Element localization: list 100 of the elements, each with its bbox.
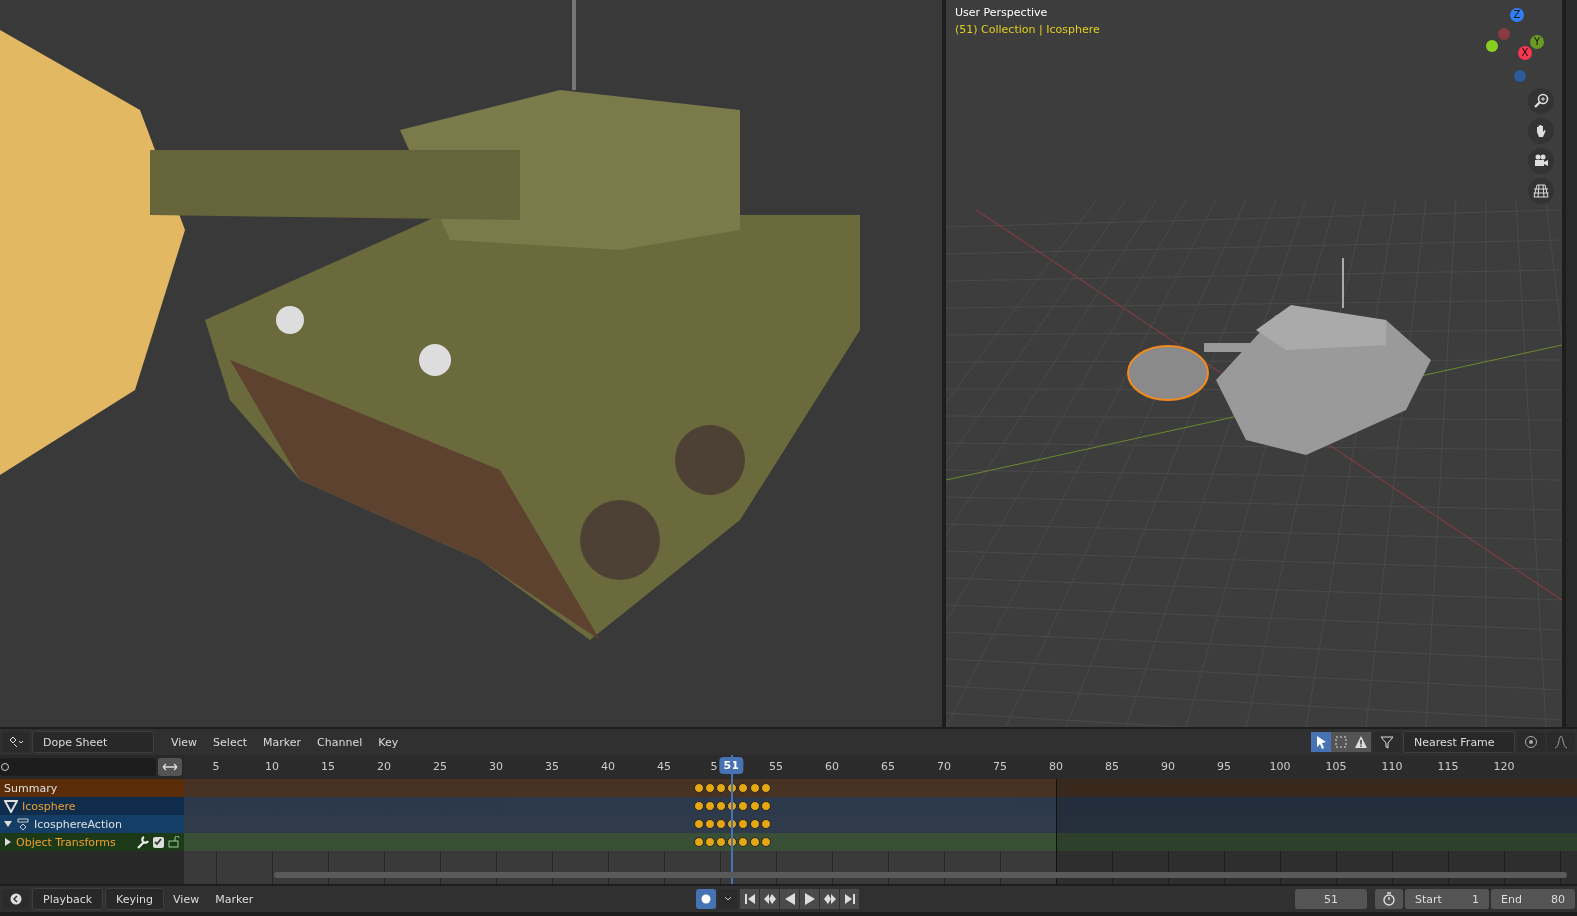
menu-item[interactable]: View xyxy=(164,735,205,749)
channel-row[interactable]: Icosphere xyxy=(0,797,184,815)
hand-icon[interactable] xyxy=(1528,118,1554,144)
keyframe-icon[interactable] xyxy=(749,837,760,847)
axis-dot-icon[interactable] xyxy=(1498,28,1510,40)
axis-label[interactable]: Y xyxy=(1530,35,1544,49)
menu-item[interactable]: Marker xyxy=(208,892,261,906)
keyframe-icon[interactable] xyxy=(749,801,760,811)
select-tool-button[interactable] xyxy=(1311,732,1331,752)
play-icon xyxy=(803,893,816,905)
keyframe-icon[interactable] xyxy=(693,801,704,811)
keyframe-icon[interactable] xyxy=(704,801,715,811)
action-icon xyxy=(16,817,30,831)
stopwatch-icon[interactable] xyxy=(1375,889,1403,909)
snap-dropdown[interactable]: Nearest Frame xyxy=(1403,731,1515,753)
dopesheet-icon xyxy=(8,736,24,748)
channel-label: Object Transforms xyxy=(16,835,116,849)
auto-keying-button[interactable] xyxy=(696,889,717,909)
menu-dropdown[interactable]: Keying xyxy=(105,888,165,910)
frame-number: 35 xyxy=(545,760,559,773)
filter-button[interactable] xyxy=(1373,732,1401,752)
keyframe-icon[interactable] xyxy=(704,819,715,829)
expand-toggle-icon[interactable] xyxy=(4,820,12,828)
cursor-icon xyxy=(1314,735,1328,749)
menu-dropdown[interactable]: Playback xyxy=(32,888,104,910)
axis-label[interactable]: Z xyxy=(1510,8,1524,22)
proportional-icon[interactable] xyxy=(1517,732,1545,752)
current-frame-field[interactable]: 51 xyxy=(1295,889,1367,909)
frame-number: 65 xyxy=(881,760,895,773)
frame-number: 105 xyxy=(1325,760,1347,773)
keyframe-icon[interactable] xyxy=(738,783,749,793)
menu-item[interactable]: View xyxy=(166,892,207,906)
frame-number: 20 xyxy=(377,760,391,773)
channel-row[interactable]: Object Transforms xyxy=(0,833,184,851)
prev-keyframe-button[interactable] xyxy=(760,889,780,909)
editor-type-dropdown[interactable]: Dope Sheet xyxy=(32,731,154,753)
lock-icon[interactable] xyxy=(168,836,181,848)
keyframe-icon[interactable] xyxy=(704,837,715,847)
search-field[interactable] xyxy=(0,758,156,776)
current-frame-marker[interactable]: 51 xyxy=(719,757,743,774)
axis-dot-icon[interactable] xyxy=(1486,40,1498,52)
menu-item[interactable]: Key xyxy=(371,735,406,749)
play-reverse-button[interactable] xyxy=(780,889,800,909)
keyframe-icon[interactable] xyxy=(738,837,749,847)
falloff-icon[interactable] xyxy=(1547,732,1575,752)
frame-number: 110 xyxy=(1381,760,1403,773)
checkbox[interactable] xyxy=(153,836,164,848)
jump-start-button[interactable] xyxy=(740,889,760,909)
box-select-button[interactable] xyxy=(1331,732,1351,752)
next-keyframe-button[interactable] xyxy=(820,889,840,909)
viewport-title: User Perspective xyxy=(955,6,1049,19)
editor-type-button[interactable] xyxy=(2,889,30,909)
editor-type-button[interactable] xyxy=(2,732,30,752)
start-frame-field[interactable]: Start 1 xyxy=(1405,889,1489,909)
frame-number: 95 xyxy=(1217,760,1231,773)
grid-icon[interactable] xyxy=(1528,178,1554,204)
menu-item[interactable]: Select xyxy=(206,735,255,749)
play-button[interactable] xyxy=(800,889,820,909)
end-frame-field[interactable]: End 80 xyxy=(1491,889,1575,909)
keyframe-icon[interactable] xyxy=(760,837,771,847)
keyframe-icon[interactable] xyxy=(749,819,760,829)
keyframe-icon[interactable] xyxy=(738,819,749,829)
axis-dot-icon[interactable] xyxy=(1514,70,1526,82)
channel-row[interactable]: Summary xyxy=(0,779,184,797)
frame-number: 115 xyxy=(1437,760,1459,773)
jump-end-button[interactable] xyxy=(840,889,860,909)
horizontal-scrollbar[interactable] xyxy=(274,872,1567,878)
zoom-icon[interactable] xyxy=(1528,88,1554,114)
keyframe-icon[interactable] xyxy=(693,819,704,829)
swap-icon[interactable] xyxy=(158,758,182,776)
jump-end-icon xyxy=(843,893,856,905)
menu-item[interactable]: Marker xyxy=(256,735,309,749)
jump-start-icon xyxy=(743,893,756,905)
keyframe-icon[interactable] xyxy=(749,783,760,793)
keyframe-icon[interactable] xyxy=(693,783,704,793)
search-icon xyxy=(1,762,11,772)
axis-label[interactable]: X xyxy=(1518,46,1532,60)
keyframe-icon[interactable] xyxy=(760,819,771,829)
camera-icon[interactable] xyxy=(1528,148,1554,174)
channel-row[interactable]: IcosphereAction xyxy=(0,815,184,833)
frame-number: 15 xyxy=(321,760,335,773)
keyframe-icon[interactable] xyxy=(760,783,771,793)
frame-number: 55 xyxy=(769,760,783,773)
frame-number: 70 xyxy=(937,760,951,773)
keyframe-icon[interactable] xyxy=(704,783,715,793)
menu-item[interactable]: Channel xyxy=(310,735,370,749)
prev-keyframe-icon xyxy=(762,893,777,905)
frame-number: 40 xyxy=(601,760,615,773)
frame-number: 5 xyxy=(212,760,220,773)
wrench-icon[interactable] xyxy=(136,835,149,849)
frame-number: 85 xyxy=(1105,760,1119,773)
frame-number: 100 xyxy=(1269,760,1291,773)
record-icon xyxy=(701,894,712,904)
expand-toggle-icon[interactable] xyxy=(4,838,12,846)
keyframe-icon[interactable] xyxy=(693,837,704,847)
keyframe-icon[interactable] xyxy=(738,801,749,811)
mesh-icon xyxy=(4,799,18,813)
warning-button[interactable] xyxy=(1351,732,1371,752)
frame-number: 75 xyxy=(993,760,1007,773)
keyframe-icon[interactable] xyxy=(760,801,771,811)
